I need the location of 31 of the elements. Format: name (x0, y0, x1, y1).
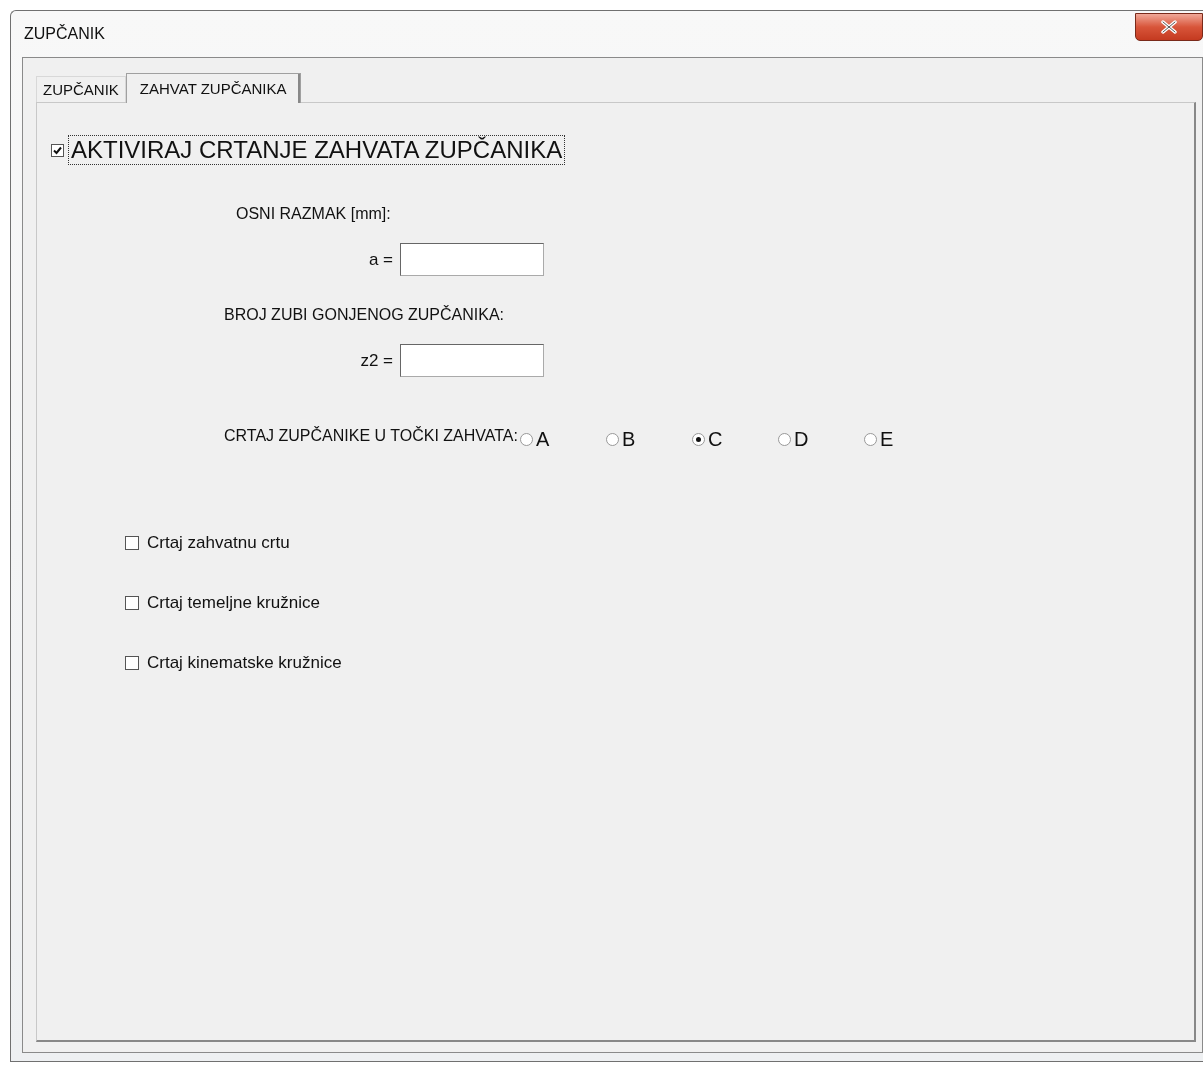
field-heading: BROJ ZUBI GONJENOG ZUPČANIKA: (224, 306, 505, 324)
tab[interactable]: ZAHVAT ZUPČANIKA (125, 73, 301, 103)
radio-label[interactable]: D (793, 428, 809, 451)
checkbox[interactable] (51, 143, 64, 157)
input-field[interactable] (400, 243, 544, 276)
checkbox[interactable] (125, 656, 139, 670)
input-field[interactable] (400, 344, 544, 377)
checkbox-label[interactable]: Crtaj temeljne kružnice (147, 593, 320, 613)
radio-label[interactable]: E (879, 428, 894, 451)
radio-button[interactable] (777, 433, 791, 446)
radio-label[interactable]: B (621, 428, 636, 451)
checkbox[interactable] (125, 536, 139, 550)
checkbox[interactable] (125, 596, 139, 610)
field-label: a = (367, 249, 394, 270)
radio-button[interactable] (691, 433, 705, 446)
close-icon (1160, 20, 1178, 34)
checkmark-icon (53, 145, 62, 155)
close-button[interactable] (1135, 13, 1203, 41)
window-title: ZUPČANIK (24, 25, 105, 43)
radio-label[interactable]: A (535, 428, 550, 451)
radio-button[interactable] (605, 433, 619, 446)
checkbox-label[interactable]: Crtaj kinematske kružnice (147, 653, 342, 673)
tab[interactable]: ZUPČANIK (36, 76, 126, 102)
radio-button[interactable] (519, 433, 533, 446)
field-heading: OSNI RAZMAK [mm]: (236, 205, 391, 223)
checkbox-label[interactable]: Crtaj zahvatnu crtu (147, 533, 290, 553)
radio-group-label: CRTAJ ZUPČANIKE U TOČKI ZAHVATA: (224, 426, 518, 445)
radio-button[interactable] (863, 433, 877, 446)
field-label: z2 = (359, 350, 394, 371)
radio-label[interactable]: C (707, 428, 723, 451)
checkbox-label[interactable]: AKTIVIRAJ CRTANJE ZAHVATA ZUPČANIKA (68, 135, 566, 165)
